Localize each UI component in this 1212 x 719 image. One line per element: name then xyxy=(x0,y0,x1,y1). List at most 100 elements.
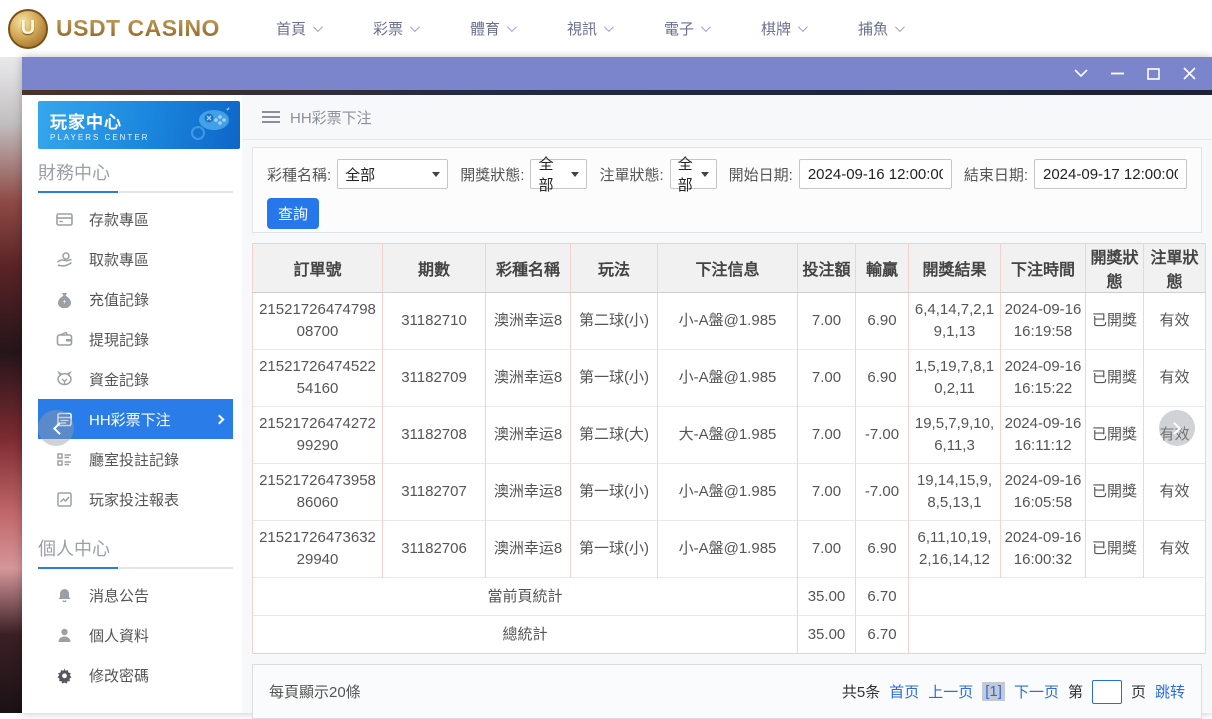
col-play-type: 玩法 xyxy=(571,244,658,293)
sidebar-item-label: 取款專區 xyxy=(89,249,149,270)
page-summary-row: 當前頁統計 35.00 6.70 xyxy=(253,578,1206,616)
nav-item-home[interactable]: 首頁 xyxy=(276,18,320,39)
select-arrow-icon xyxy=(571,172,579,177)
nav-item-sports[interactable]: 體育 xyxy=(470,18,514,39)
cell-period: 31182706 xyxy=(383,521,486,578)
cell-order-status: 有效 xyxy=(1144,521,1206,578)
pagination-bar: 每頁顯示20條 共5条 首页 上一页 [1] 下一页 第 页 跳转 xyxy=(252,664,1202,719)
nav-item-fishing[interactable]: 捕魚 xyxy=(858,18,902,39)
end-date-input[interactable] xyxy=(1034,159,1187,189)
nav-label: 捕魚 xyxy=(858,18,888,39)
sidebar-item-recharge-records[interactable]: + 充值記錄 xyxy=(38,279,233,319)
jump-page-input[interactable] xyxy=(1092,680,1122,704)
sidebar-item-hall-bet-records[interactable]: 廳室投註記錄 xyxy=(38,439,233,479)
page-size-text: 每頁顯示20條 xyxy=(269,681,361,702)
cell-play-type: 第一球(小) xyxy=(571,464,658,521)
total-count-text: 共5条 xyxy=(842,681,880,702)
prev-page-link[interactable]: 上一页 xyxy=(928,681,973,702)
sidebar-item-announcements[interactable]: 消息公告 xyxy=(38,575,233,615)
table-row: 2152172647479808700 31182710 澳洲幸运8 第二球(小… xyxy=(253,293,1206,350)
cell-draw-status: 已開獎 xyxy=(1086,293,1144,350)
query-button[interactable]: 查詢 xyxy=(267,198,319,229)
cell-order-no: 2152172647452254160 xyxy=(253,350,383,407)
sidebar-item-withdraw[interactable]: 取款專區 xyxy=(38,239,233,279)
cell-draw-result: 19,14,15,9,8,5,13,1 xyxy=(909,464,1001,521)
sidebar-item-label: 充值記錄 xyxy=(89,289,149,310)
col-lottery-name: 彩種名稱 xyxy=(486,244,571,293)
start-date-label: 開始日期: xyxy=(729,164,793,185)
order-status-select[interactable]: 全部 xyxy=(670,159,717,189)
table-row: 2152172647395886060 31182707 澳洲幸运8 第一球(小… xyxy=(253,464,1206,521)
nav-item-cards[interactable]: 棋牌 xyxy=(761,18,805,39)
cell-bet-time: 2024-09-16 16:05:58 xyxy=(1001,464,1086,521)
page-summary-bet-total: 35.00 xyxy=(798,578,856,616)
lottery-name-select[interactable]: 全部 xyxy=(337,159,448,189)
nav-item-slots[interactable]: 電子 xyxy=(664,18,708,39)
person-icon xyxy=(56,627,73,644)
usdt-coin-icon: U xyxy=(8,9,48,49)
svg-text:+: + xyxy=(62,299,66,306)
cell-bet-amount: 7.00 xyxy=(798,407,856,464)
sidebar-collapse-button[interactable] xyxy=(38,410,74,446)
chevron-down-icon xyxy=(507,22,517,32)
cell-order-status: 有效 xyxy=(1144,293,1206,350)
sidebar-item-deposit[interactable]: 存款專區 xyxy=(38,199,233,239)
nav-item-lottery[interactable]: 彩票 xyxy=(373,18,417,39)
site-logo[interactable]: U USDT CASINO xyxy=(0,9,220,49)
table-header-row: 訂單號 期數 彩種名稱 玩法 下注信息 投注額 輸贏 開獎結果 下注時間 開獎狀… xyxy=(253,244,1206,293)
first-page-link[interactable]: 首页 xyxy=(889,681,919,702)
cell-draw-result: 6,4,14,7,2,19,1,13 xyxy=(909,293,1001,350)
sidebar-item-label: 個人資料 xyxy=(89,625,149,646)
chevron-right-icon xyxy=(1168,422,1181,435)
window-minimize-button[interactable] xyxy=(1110,67,1124,81)
order-status-label: 注單狀態: xyxy=(599,164,663,185)
next-page-link[interactable]: 下一页 xyxy=(1014,681,1059,702)
panel-expand-button[interactable] xyxy=(1159,410,1195,446)
grand-summary-winloss-total: 6.70 xyxy=(856,616,909,654)
sidebar-item-funds-records[interactable]: 資金記錄 xyxy=(38,359,233,399)
sidebar-item-label: 消息公告 xyxy=(89,585,149,606)
jump-action-link[interactable]: 跳转 xyxy=(1155,681,1185,702)
cell-draw-status: 已開獎 xyxy=(1086,350,1144,407)
table-row: 2152172647363229940 31182706 澳洲幸运8 第一球(小… xyxy=(253,521,1206,578)
sidebar-item-player-bet-report[interactable]: 玩家投注報表 xyxy=(38,479,233,519)
window-close-button[interactable] xyxy=(1182,67,1196,81)
jump-suffix-text: 页 xyxy=(1131,681,1146,702)
col-bet-time: 下注時間 xyxy=(1001,244,1086,293)
cell-bet-time: 2024-09-16 16:19:58 xyxy=(1001,293,1086,350)
cell-order-status: 有效 xyxy=(1144,350,1206,407)
nav-item-live[interactable]: 視訊 xyxy=(567,18,611,39)
cell-winloss: 6.90 xyxy=(856,350,909,407)
cell-order-status: 有效 xyxy=(1144,464,1206,521)
selected-value: 全部 xyxy=(345,164,375,185)
sidebar-item-label: 資金記錄 xyxy=(89,369,149,390)
window-titlebar[interactable] xyxy=(22,57,1212,90)
deposit-card-icon xyxy=(56,211,73,228)
cell-winloss: -7.00 xyxy=(856,464,909,521)
cell-winloss: 6.90 xyxy=(856,293,909,350)
window-maximize-button[interactable] xyxy=(1146,67,1160,81)
lottery-name-label: 彩種名稱: xyxy=(267,164,331,185)
cell-bet-info: 小-A盤@1.985 xyxy=(658,521,798,578)
col-order-status: 注單狀態 xyxy=(1144,244,1206,293)
bets-table-wrap: 訂單號 期數 彩種名稱 玩法 下注信息 投注額 輸贏 開獎結果 下注時間 開獎狀… xyxy=(252,243,1202,654)
sidebar-item-change-password[interactable]: 修改密碼 xyxy=(38,655,233,695)
start-date-input[interactable] xyxy=(799,159,952,189)
chevron-down-icon xyxy=(410,22,420,32)
window-collapse-button[interactable] xyxy=(1074,67,1088,81)
sidebar-item-label: 提現記錄 xyxy=(89,329,149,350)
cell-draw-status: 已開獎 xyxy=(1086,521,1144,578)
hamburger-icon[interactable] xyxy=(262,111,280,123)
sidebar-item-withdraw-records[interactable]: 提現記錄 xyxy=(38,319,233,359)
cell-draw-result: 6,11,10,19,2,16,14,12 xyxy=(909,521,1001,578)
cell-order-no: 2152172647363229940 xyxy=(253,521,383,578)
sidebar-item-label: 修改密碼 xyxy=(89,665,149,686)
jump-prefix-text: 第 xyxy=(1068,681,1083,702)
background-photo xyxy=(0,57,22,713)
sidebar: 玩家中心 PLAYERS CENTER 財務中心 xyxy=(22,95,242,713)
chevron-down-icon xyxy=(604,22,614,32)
draw-status-select[interactable]: 全部 xyxy=(530,159,587,189)
gamepad-icon xyxy=(186,107,232,146)
sidebar-item-profile[interactable]: 個人資料 xyxy=(38,615,233,655)
main-content: HH彩票下注 彩種名稱: 全部 開獎狀態: 全部 注單狀態: xyxy=(242,95,1212,713)
